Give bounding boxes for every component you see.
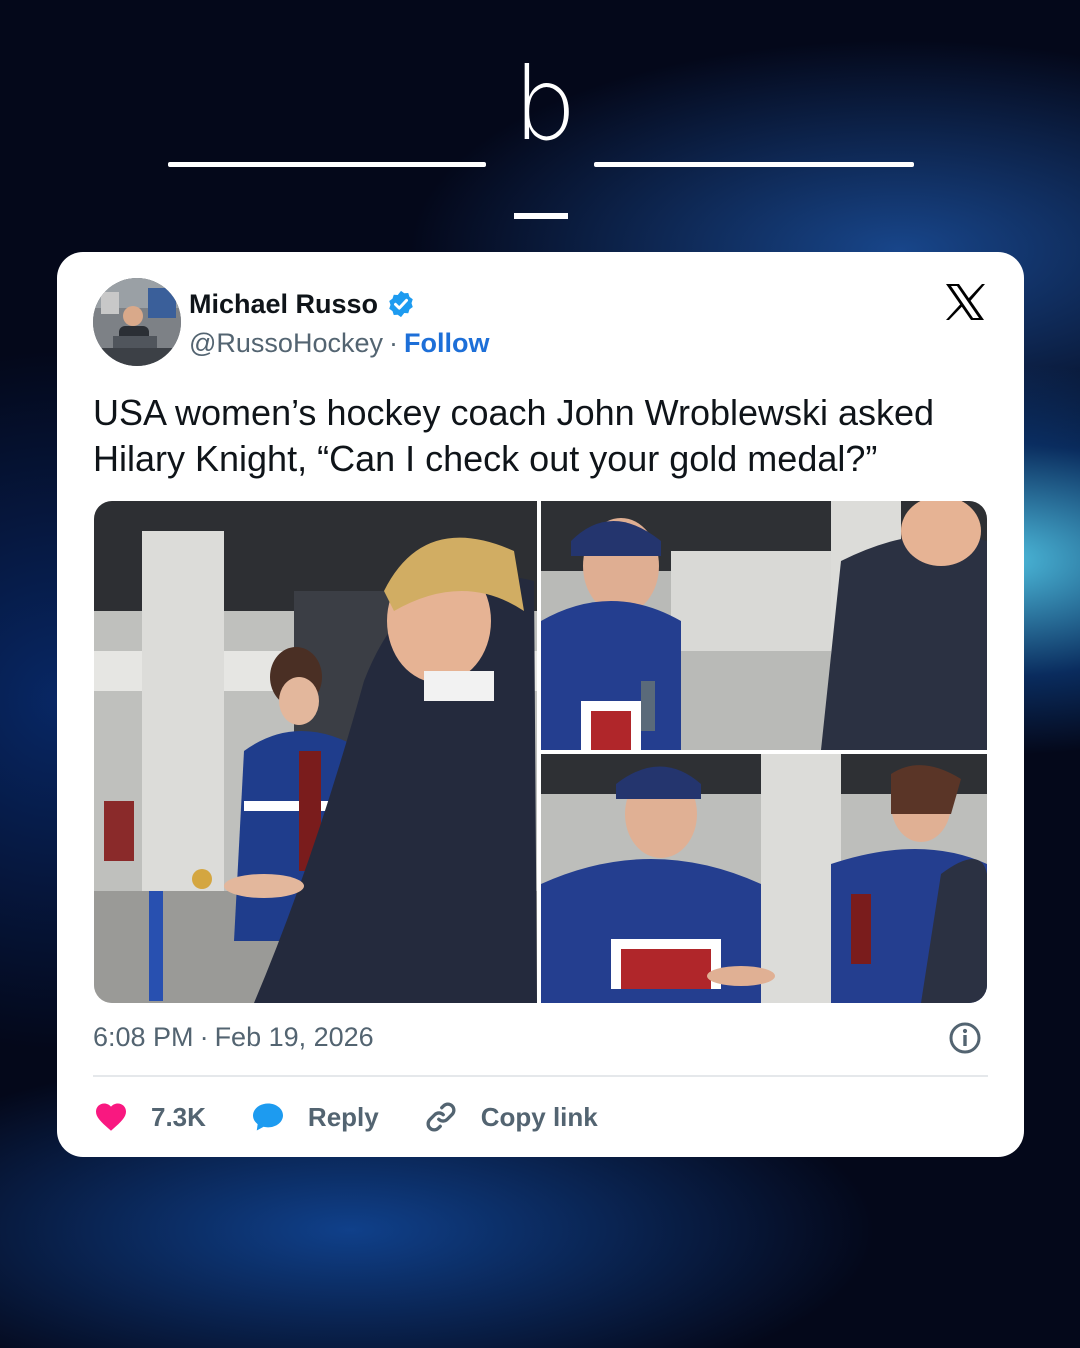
brand-rule-right xyxy=(594,162,914,167)
x-logo-icon[interactable] xyxy=(944,282,986,322)
follow-button[interactable]: Follow xyxy=(404,328,489,359)
tweet-card: Michael Russo @RussoHockey · Follow USA … xyxy=(57,252,1024,1157)
copy-link-button[interactable]: Copy link xyxy=(423,1099,598,1135)
speech-bubble-icon xyxy=(252,1103,283,1131)
reply-button[interactable]: Reply xyxy=(250,1099,379,1135)
tweet-text: USA women’s hockey coach John Wroblewski… xyxy=(93,392,935,479)
reply-label: Reply xyxy=(307,1101,379,1132)
action-bar: 7.3K Reply Copy link xyxy=(93,1092,642,1142)
copy-link-label: Copy link xyxy=(480,1101,598,1132)
like-count: 7.3K xyxy=(151,1101,206,1132)
brand-header: b xyxy=(0,46,1080,219)
like-button[interactable]: 7.3K xyxy=(93,1099,206,1135)
timestamp-separator: · xyxy=(199,1022,209,1052)
author-name[interactable]: Michael Russo xyxy=(189,289,378,320)
brand-logo-underline xyxy=(514,213,568,219)
brand-rule-left xyxy=(168,162,486,167)
separator-dot: · xyxy=(388,328,398,358)
photo-both-players[interactable] xyxy=(541,754,987,1003)
author-handle[interactable]: @RussoHockey xyxy=(189,328,383,359)
timestamp-time: 6:08 PM xyxy=(93,1022,194,1052)
brand-logo: b xyxy=(513,46,577,163)
link-icon xyxy=(426,1102,456,1132)
photo-coach-and-player[interactable] xyxy=(94,501,537,1003)
divider xyxy=(93,1075,988,1077)
tweet-timestamp[interactable]: 6:08 PM · Feb 19, 2026 xyxy=(93,1022,374,1053)
timestamp-date: Feb 19, 2026 xyxy=(214,1022,374,1052)
photo-knight-smiling[interactable] xyxy=(541,501,987,750)
media-grid xyxy=(94,501,987,1003)
verified-badge-icon xyxy=(389,290,413,318)
info-icon[interactable] xyxy=(947,1020,983,1056)
author-avatar[interactable] xyxy=(93,278,181,366)
heart-icon xyxy=(96,1103,126,1131)
